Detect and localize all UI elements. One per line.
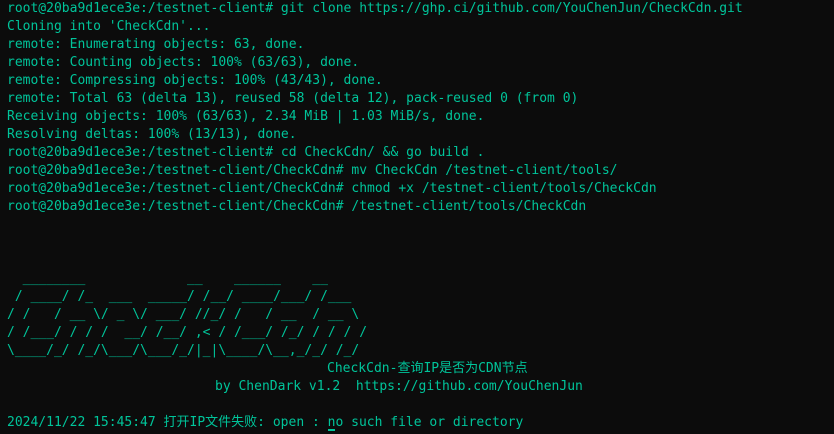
banner-line: \____/_/ /_/\___/\___/_/|_|\____/\__,_/_… <box>7 343 360 358</box>
terminal-line: Resolving deltas: 100% (13/13), done. <box>7 127 297 142</box>
terminal-line: Cloning into 'CheckCdn'... <box>7 19 211 34</box>
error-text-rest: o such file or directory <box>335 415 524 430</box>
ascii-banner: ________ __ ______ __ / ____/ /_ ___ ___… <box>7 270 834 360</box>
terminal-window[interactable]: root@20ba9d1ece3e:/testnet-client# git c… <box>0 0 834 434</box>
terminal-line: root@20ba9d1ece3e:/testnet-client/CheckC… <box>7 181 657 196</box>
banner-line: ________ __ ______ __ <box>7 271 328 286</box>
terminal-line: root@20ba9d1ece3e:/testnet-client/CheckC… <box>7 163 618 178</box>
terminal-line: remote: Enumerating objects: 63, done. <box>7 37 305 52</box>
terminal-line: root@20ba9d1ece3e:/testnet-client# cd Ch… <box>7 145 485 160</box>
terminal-line: root@20ba9d1ece3e:/testnet-client/CheckC… <box>7 199 587 214</box>
banner-line: / /___/ / / / __/ /__/ ,< / /___/ /_/ / … <box>7 325 368 340</box>
banner-line: / ____/ /_ ___ _____/ /__/ ____/___/ /__… <box>7 289 352 304</box>
error-text: 2024/11/22 15:45:47 打开IP文件失败: open : <box>7 415 328 430</box>
error-line: 2024/11/22 15:45:47 打开IP文件失败: open : no … <box>7 414 834 432</box>
terminal-line: remote: Compressing objects: 100% (43/43… <box>7 73 383 88</box>
credit-line: by ChenDark v1.2 https://github.com/YouC… <box>215 379 583 394</box>
terminal-line: remote: Total 63 (delta 13), reused 58 (… <box>7 91 579 106</box>
terminal-line: remote: Counting objects: 100% (63/63), … <box>7 55 360 70</box>
terminal-line: Receiving objects: 100% (63/63), 2.34 Mi… <box>7 109 485 124</box>
terminal-cursor: n <box>327 415 336 431</box>
tagline: CheckCdn-查询IP是否为CDN节点 <box>327 361 528 376</box>
banner-line: / / / __ \/ _ \/ ___/ //_/ / / __ / __ \ <box>7 307 360 322</box>
terminal-line: root@20ba9d1ece3e:/testnet-client# git c… <box>7 1 743 16</box>
